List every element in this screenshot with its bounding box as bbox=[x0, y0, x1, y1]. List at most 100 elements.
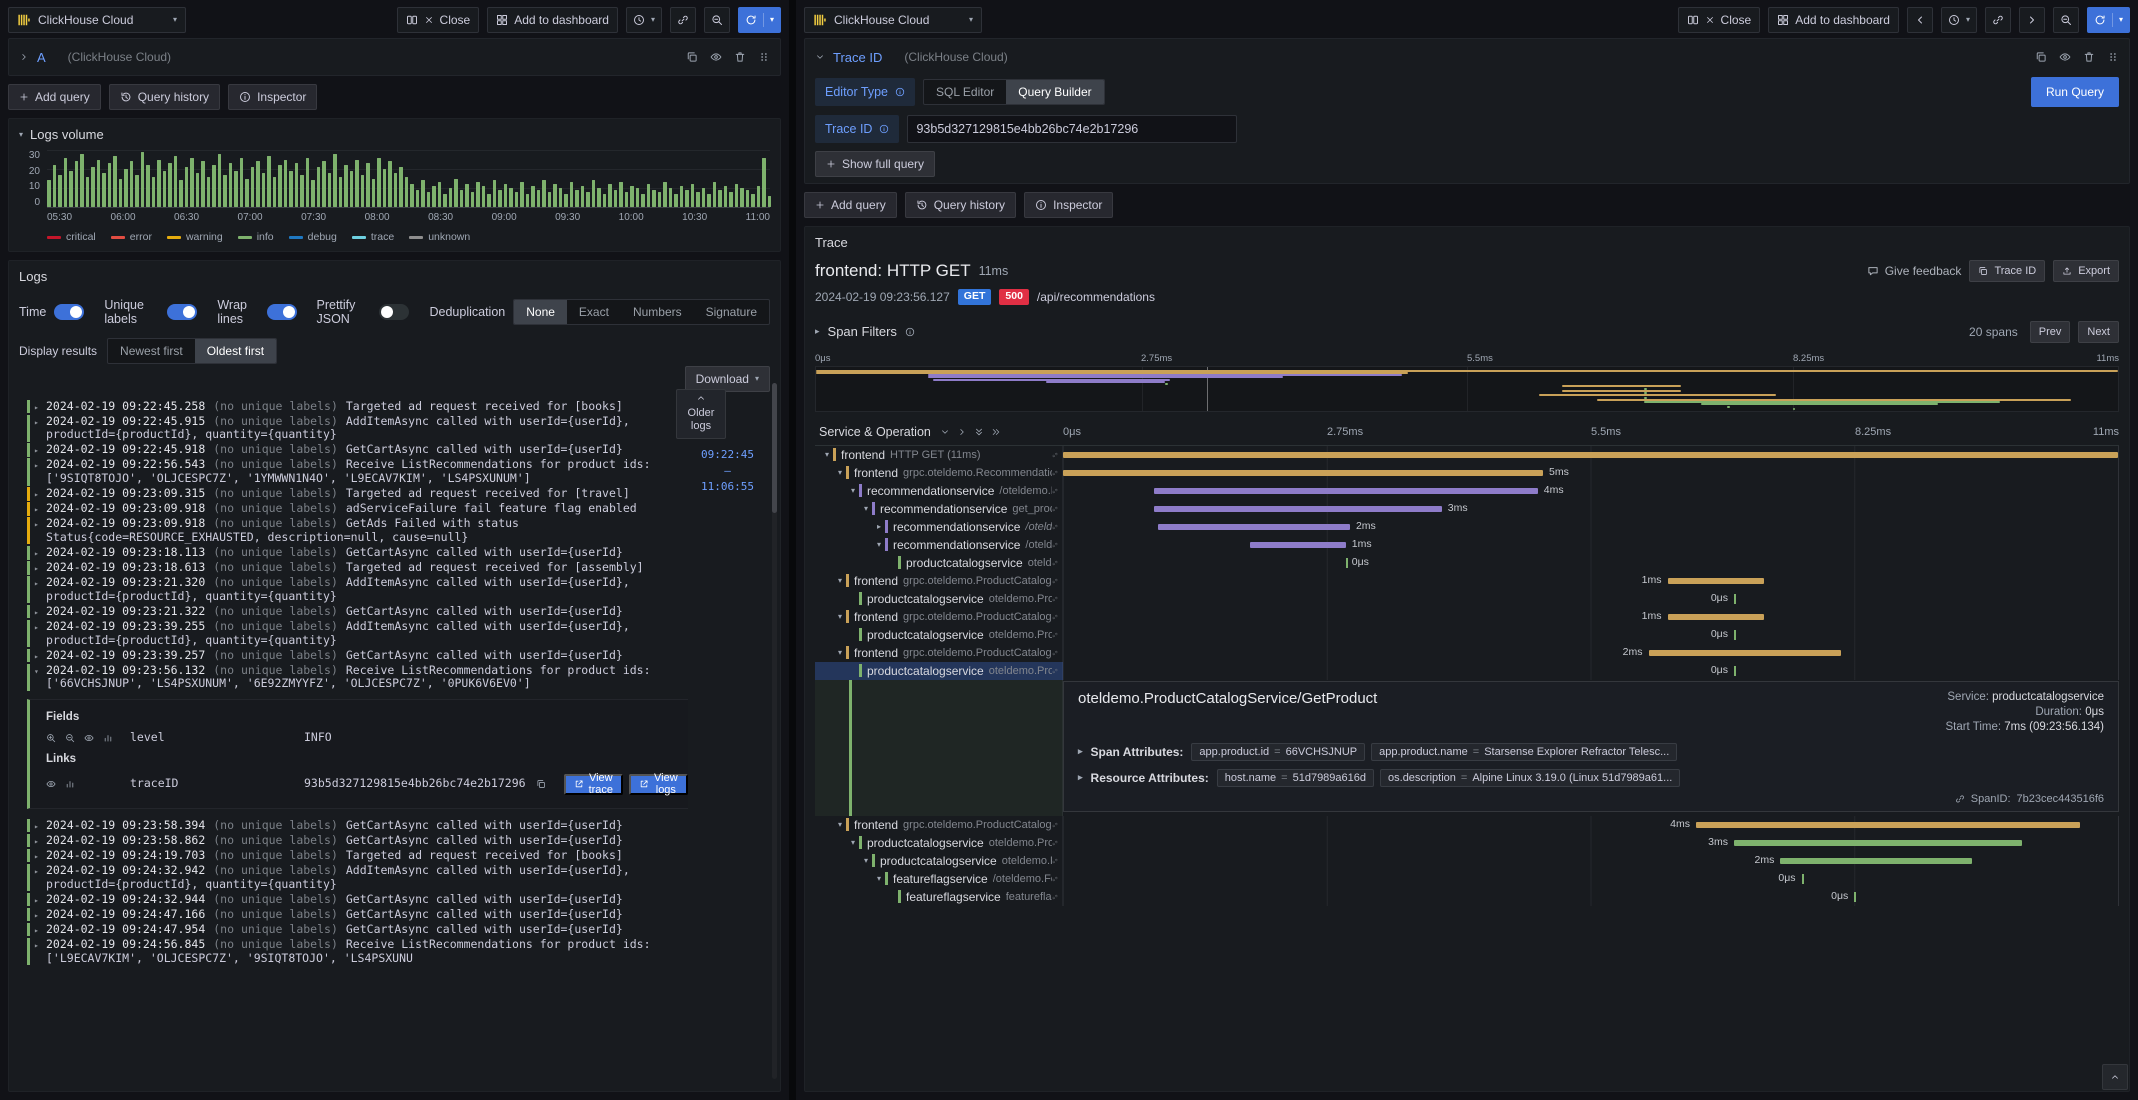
span-timeline-cell[interactable]: 0μs bbox=[1063, 869, 2119, 888]
log-row[interactable]: ▸ 2024-02-19 09:23:39.257 (no unique label… bbox=[27, 648, 688, 663]
log-row[interactable]: ▸ 2024-02-19 09:22:45.918 (no unique label… bbox=[27, 442, 688, 458]
span-bar[interactable] bbox=[1780, 857, 1973, 864]
span-toggle-icon[interactable]: ▾ bbox=[860, 856, 872, 865]
log-row[interactable]: ▸ 2024-02-19 09:23:58.394 (no unique label… bbox=[27, 818, 688, 834]
log-row[interactable]: ▸ 2024-02-19 09:23:18.613 (no unique label… bbox=[27, 560, 688, 576]
close-split-button[interactable]: Close bbox=[1677, 7, 1761, 33]
logs-volume-header[interactable]: ▾ Logs volume bbox=[19, 127, 770, 142]
span-toggle-icon[interactable]: ▾ bbox=[834, 820, 846, 829]
span-timeline-cell[interactable]: 3ms bbox=[1063, 833, 2119, 852]
span-toggle-icon[interactable]: ▾ bbox=[834, 468, 846, 477]
refresh-button[interactable]: ▾ bbox=[2086, 7, 2130, 33]
span-name-cell[interactable]: ▾ productcatalogservice oteldemo.Produc... bbox=[815, 833, 1063, 852]
log-row[interactable]: ▸ 2024-02-19 09:24:47.166 (no unique label… bbox=[27, 907, 688, 922]
expand-one-icon[interactable] bbox=[957, 427, 967, 437]
editor-mode-query-builder[interactable]: Query Builder bbox=[1006, 80, 1104, 104]
expand-log-icon[interactable]: ▸ bbox=[34, 401, 39, 415]
span-link-icon[interactable] bbox=[1052, 486, 1062, 496]
filter-for-value-icon[interactable] bbox=[46, 733, 56, 743]
zoom-out-button[interactable] bbox=[2052, 7, 2079, 33]
span-bar[interactable] bbox=[1157, 523, 1350, 530]
span-name-cell[interactable]: ▾ recommendationservice/otelde... bbox=[815, 535, 1063, 554]
dedup-option-none[interactable]: None bbox=[514, 300, 567, 324]
span-row[interactable]: ▾ featureflagservice/oteldemo.Feat... 0μs bbox=[815, 869, 2119, 888]
legend-item-warning[interactable]: warning bbox=[166, 231, 223, 243]
unique-labels-toggle[interactable] bbox=[167, 304, 198, 320]
span-bar[interactable] bbox=[1153, 505, 1442, 512]
minimap-strip[interactable] bbox=[815, 365, 2119, 412]
add-to-dashboard-button[interactable]: Add to dashboard bbox=[1768, 7, 1899, 33]
span-row[interactable]: ▾ recommendationservice get_produc... 3ms bbox=[815, 499, 2119, 518]
expand-log-icon[interactable]: ▸ bbox=[34, 416, 39, 430]
span-row[interactable]: productcatalogservice oteldemo.Produc... 0… bbox=[815, 661, 2119, 680]
span-row[interactable]: ▾ productcatalogservice oteldemo.Produc...… bbox=[815, 833, 2119, 852]
dedup-option-signature[interactable]: Signature bbox=[694, 300, 769, 324]
span-name-cell[interactable]: ▾ frontend grpc.oteldemo.ProductCatalogSer… bbox=[815, 607, 1063, 626]
span-row[interactable]: ▾ frontend grpc.oteldemo.ProductCatalogSer… bbox=[815, 815, 2119, 834]
log-row[interactable]: ▸ 2024-02-19 09:24:32.942 (no unique label… bbox=[27, 863, 688, 892]
span-timeline-cell[interactable] bbox=[1063, 445, 2119, 464]
expand-log-icon[interactable]: ▸ bbox=[34, 820, 39, 834]
add-query-button[interactable]: Add query bbox=[804, 192, 897, 218]
expand-all-icon[interactable] bbox=[991, 427, 1001, 437]
query-history-button[interactable]: Query history bbox=[108, 84, 221, 110]
span-link-icon[interactable] bbox=[1052, 856, 1062, 866]
span-bar[interactable] bbox=[1153, 487, 1538, 494]
span-link-icon[interactable] bbox=[1052, 504, 1062, 514]
time-picker-button[interactable]: ▾ bbox=[1940, 7, 1977, 33]
logs-scrollbar[interactable] bbox=[772, 383, 777, 1079]
log-row[interactable]: ▸ 2024-02-19 09:23:09.918 (no unique label… bbox=[27, 516, 688, 545]
legend-item-debug[interactable]: debug bbox=[288, 231, 337, 243]
log-row[interactable]: ▸ 2024-02-19 09:24:47.954 (no unique label… bbox=[27, 922, 688, 938]
visualize-icon[interactable] bbox=[84, 733, 94, 743]
span-name-cell[interactable]: productcatalogservice oteld... bbox=[815, 553, 1063, 572]
span-bar[interactable] bbox=[1249, 541, 1346, 548]
span-row[interactable]: productcatalogservice oteldemo.Produc... 0… bbox=[815, 589, 2119, 608]
span-row[interactable]: ▾ frontend grpc.oteldemo.ProductCatalogSer… bbox=[815, 571, 2119, 590]
span-timeline-cell[interactable]: 0μs bbox=[1063, 553, 2119, 572]
copy-icon[interactable] bbox=[536, 779, 546, 789]
span-toggle-icon[interactable]: ▾ bbox=[847, 486, 859, 495]
span-link-icon[interactable] bbox=[1052, 468, 1062, 478]
span-toggle-icon[interactable]: ▾ bbox=[834, 612, 846, 621]
span-row[interactable]: ▾ recommendationservice/oteldemo.Rec... 4m… bbox=[815, 481, 2119, 500]
expand-log-icon[interactable]: ▸ bbox=[34, 621, 39, 635]
toggle-query-icon[interactable] bbox=[710, 51, 722, 63]
view-logs-button[interactable]: View logs bbox=[629, 772, 688, 796]
expand-log-icon[interactable]: ▸ bbox=[34, 503, 39, 517]
span-timeline-cell[interactable]: 0μs bbox=[1063, 625, 2119, 644]
legend-item-unknown[interactable]: unknown bbox=[409, 231, 470, 243]
span-link-icon[interactable] bbox=[1052, 558, 1062, 568]
span-name-cell[interactable]: ▾ featureflagservice/oteldemo.Feat... bbox=[815, 869, 1063, 888]
trace-id-button[interactable]: Trace ID bbox=[1969, 260, 2046, 282]
chevron-right-icon[interactable]: ▸ bbox=[1078, 747, 1083, 756]
span-name-cell[interactable]: ▾ frontend grpc.oteldemo.ProductCatalogSer… bbox=[815, 571, 1063, 590]
span-name-cell[interactable]: ▾ frontend HTTP GET (11ms) bbox=[815, 445, 1063, 464]
add-query-button[interactable]: Add query bbox=[8, 84, 101, 110]
prettify-json-toggle[interactable] bbox=[379, 304, 410, 320]
expand-log-icon[interactable]: ▸ bbox=[34, 444, 39, 458]
expand-log-icon[interactable]: ▸ bbox=[34, 562, 39, 576]
span-link-icon[interactable] bbox=[1052, 838, 1062, 848]
span-timeline-cell[interactable]: 2ms bbox=[1063, 851, 2119, 870]
pane-resize-handle[interactable] bbox=[789, 0, 796, 1100]
log-row[interactable]: ▸ 2024-02-19 09:22:45.258 (no unique label… bbox=[27, 399, 688, 415]
span-bar[interactable] bbox=[1667, 577, 1764, 584]
log-row[interactable]: ▸ 2024-02-19 09:23:58.862 (no unique label… bbox=[27, 833, 688, 848]
query-history-button[interactable]: Query history bbox=[904, 192, 1017, 218]
span-bar[interactable] bbox=[1063, 451, 2118, 458]
zoom-out-button[interactable] bbox=[703, 7, 730, 33]
chevron-right-icon[interactable]: ▸ bbox=[815, 327, 820, 336]
span-row[interactable]: productcatalogservice oteld... 0μs bbox=[815, 553, 2119, 572]
expand-log-icon[interactable]: ▸ bbox=[34, 924, 39, 938]
span-tick[interactable] bbox=[1733, 629, 1736, 640]
span-filters-label[interactable]: Span Filters bbox=[828, 324, 897, 339]
span-tick[interactable] bbox=[1733, 593, 1736, 604]
filter-out-value-icon[interactable] bbox=[65, 733, 75, 743]
span-name-cell[interactable]: ▾ recommendationservice get_produc... bbox=[815, 499, 1063, 518]
span-link-icon[interactable] bbox=[1052, 522, 1062, 532]
span-bar[interactable] bbox=[1648, 649, 1841, 656]
log-row[interactable]: ▸ 2024-02-19 09:24:19.703 (no unique label… bbox=[27, 848, 688, 863]
span-name-cell[interactable]: featureflagservice featureflag... bbox=[815, 887, 1063, 906]
log-row[interactable]: ▸ 2024-02-19 09:22:45.915 (no unique label… bbox=[27, 414, 688, 442]
